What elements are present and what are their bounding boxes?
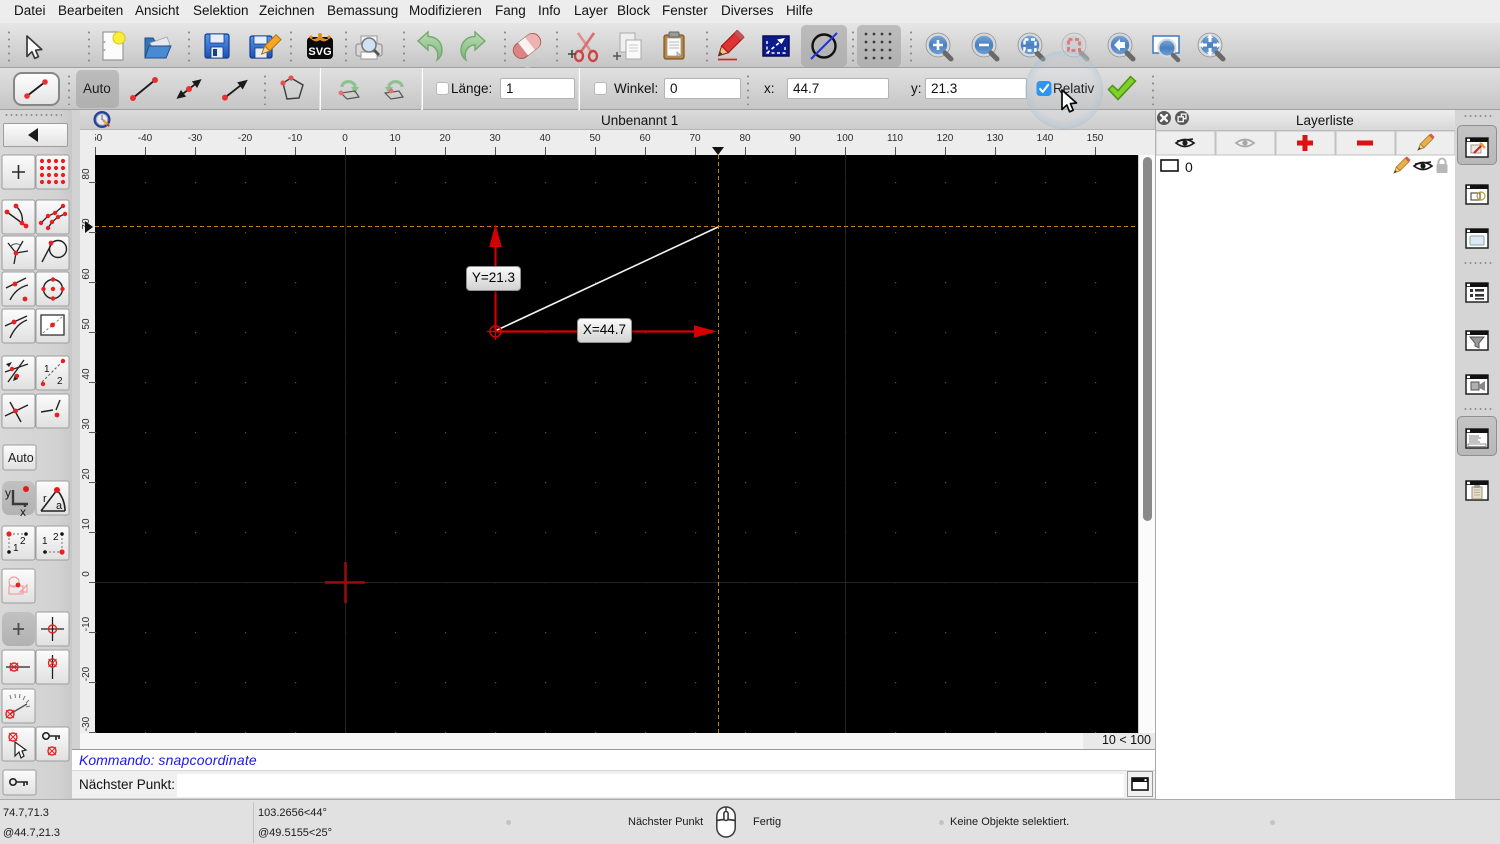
svg-text:1: 1 bbox=[42, 536, 48, 547]
svg-text:2: 2 bbox=[57, 376, 63, 387]
svg-text:SVG: SVG bbox=[308, 46, 331, 58]
svg-text:y: y bbox=[5, 486, 11, 500]
svg-text:2: 2 bbox=[53, 532, 59, 543]
svg-text:a: a bbox=[56, 500, 63, 512]
svg-text:1: 1 bbox=[44, 364, 50, 375]
svg-text:1: 1 bbox=[13, 543, 19, 554]
svg-text:x: x bbox=[20, 505, 26, 519]
svg-text:0: 0 bbox=[1185, 159, 1193, 175]
svg-text:r: r bbox=[43, 493, 47, 505]
svg-text:2: 2 bbox=[20, 536, 26, 547]
svg-text:Auto: Auto bbox=[8, 451, 34, 465]
